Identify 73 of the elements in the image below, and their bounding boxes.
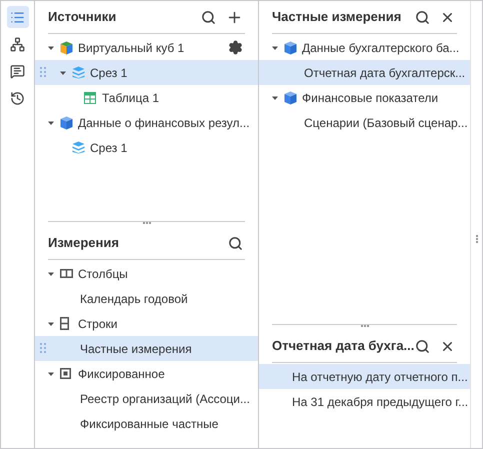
layers-icon bbox=[72, 66, 85, 79]
cube-icon bbox=[284, 90, 297, 104]
item-label: Строки bbox=[78, 316, 118, 332]
item-label: Частные измерения bbox=[80, 340, 192, 358]
cube-icon bbox=[60, 40, 73, 54]
panel-title: Отчетная дата бухга... bbox=[272, 337, 414, 356]
tree-item[interactable]: Календарь годовой bbox=[35, 286, 258, 311]
caret-icon[interactable] bbox=[48, 320, 54, 326]
tree-item[interactable]: На отчетную дату отчетного п... bbox=[259, 364, 470, 389]
caret-icon[interactable] bbox=[48, 370, 54, 376]
caret-icon[interactable] bbox=[60, 70, 66, 76]
rows-icon bbox=[60, 317, 69, 330]
search-icon[interactable] bbox=[415, 338, 430, 354]
tree-item[interactable]: Финансовые показатели bbox=[259, 85, 470, 110]
item-label: Срез 1 bbox=[90, 64, 128, 82]
item-label: Виртуальный куб 1 bbox=[78, 40, 184, 56]
tree-item[interactable]: Столбцы bbox=[35, 261, 258, 286]
search-icon[interactable] bbox=[415, 10, 430, 24]
list-button[interactable] bbox=[6, 6, 28, 28]
history-icon bbox=[10, 90, 25, 106]
panel-title: Частные измерения bbox=[272, 8, 402, 26]
caret-icon[interactable] bbox=[48, 44, 54, 50]
settings-icon[interactable] bbox=[228, 40, 243, 55]
caret-icon[interactable] bbox=[272, 44, 278, 50]
item-label: Фиксированные частные bbox=[80, 416, 218, 432]
comment-icon bbox=[10, 64, 25, 78]
resize-handle-icon[interactable] bbox=[142, 222, 150, 224]
cube-icon bbox=[284, 40, 297, 54]
tree-item[interactable]: Строки bbox=[35, 311, 258, 336]
columns-icon bbox=[60, 269, 73, 278]
item-label: Фиксированное bbox=[78, 366, 165, 382]
tree-item[interactable]: Отчетная дата бухгалтерск... bbox=[259, 60, 470, 85]
tree-item[interactable]: Реестр организаций (Ассоци... bbox=[35, 386, 258, 411]
item-label: Реестр организаций (Ассоци... bbox=[80, 390, 250, 408]
caret-icon[interactable] bbox=[48, 270, 54, 276]
item-label: Календарь годовой bbox=[80, 290, 188, 308]
item-label: Данные бухгалтерского ба... bbox=[302, 40, 460, 56]
drag-handle-icon[interactable] bbox=[40, 343, 46, 353]
tree-item[interactable]: Таблица 1 bbox=[35, 85, 258, 110]
layers-icon bbox=[72, 141, 85, 154]
tree-item[interactable]: Срез 1 bbox=[35, 60, 258, 85]
item-label: На отчетную дату отчетного п... bbox=[292, 368, 468, 386]
panel-title: Измерения bbox=[48, 234, 119, 252]
search-icon[interactable] bbox=[228, 236, 243, 250]
caret-icon[interactable] bbox=[48, 120, 54, 126]
hierarchy-icon bbox=[10, 36, 25, 52]
item-label: Финансовые показатели bbox=[302, 90, 438, 106]
resize-handle-icon[interactable] bbox=[360, 325, 368, 327]
item-label: На 31 декабря предыдущего г... bbox=[292, 394, 468, 410]
table-icon bbox=[84, 92, 96, 104]
tree-item[interactable]: Данные бухгалтерского ба... bbox=[259, 35, 470, 60]
item-label: Сценарии (Базовый сценар... bbox=[304, 114, 468, 132]
panel-title: Источники bbox=[48, 8, 116, 26]
drag-handle-icon[interactable] bbox=[40, 67, 46, 77]
tree-item[interactable]: На 31 декабря предыдущего г... bbox=[259, 389, 470, 414]
tree-item[interactable]: Виртуальный куб 1 bbox=[35, 35, 258, 60]
tree-item[interactable]: Данные о финансовых резул... bbox=[35, 110, 258, 135]
tree-item[interactable]: Частные измерения bbox=[35, 336, 258, 361]
item-label: Отчетная дата бухгалтерск... bbox=[304, 64, 466, 82]
fixed-icon bbox=[60, 368, 71, 379]
caret-icon[interactable] bbox=[272, 94, 278, 100]
tree-item[interactable]: Срез 1 bbox=[35, 135, 258, 160]
tree-item[interactable]: Сценарии (Базовый сценар... bbox=[259, 110, 470, 135]
resize-handle-icon[interactable] bbox=[476, 234, 478, 242]
item-label: Срез 1 bbox=[90, 140, 128, 156]
search-icon[interactable] bbox=[201, 10, 216, 24]
tree-item[interactable]: Фиксированные частные bbox=[35, 411, 258, 436]
item-label: Таблица 1 bbox=[102, 90, 160, 106]
tree-item[interactable]: Фиксированное bbox=[35, 361, 258, 386]
cube-icon bbox=[60, 116, 73, 130]
item-label: Данные о финансовых резул... bbox=[78, 114, 250, 132]
list-icon bbox=[10, 10, 25, 24]
item-label: Столбцы bbox=[78, 266, 128, 282]
